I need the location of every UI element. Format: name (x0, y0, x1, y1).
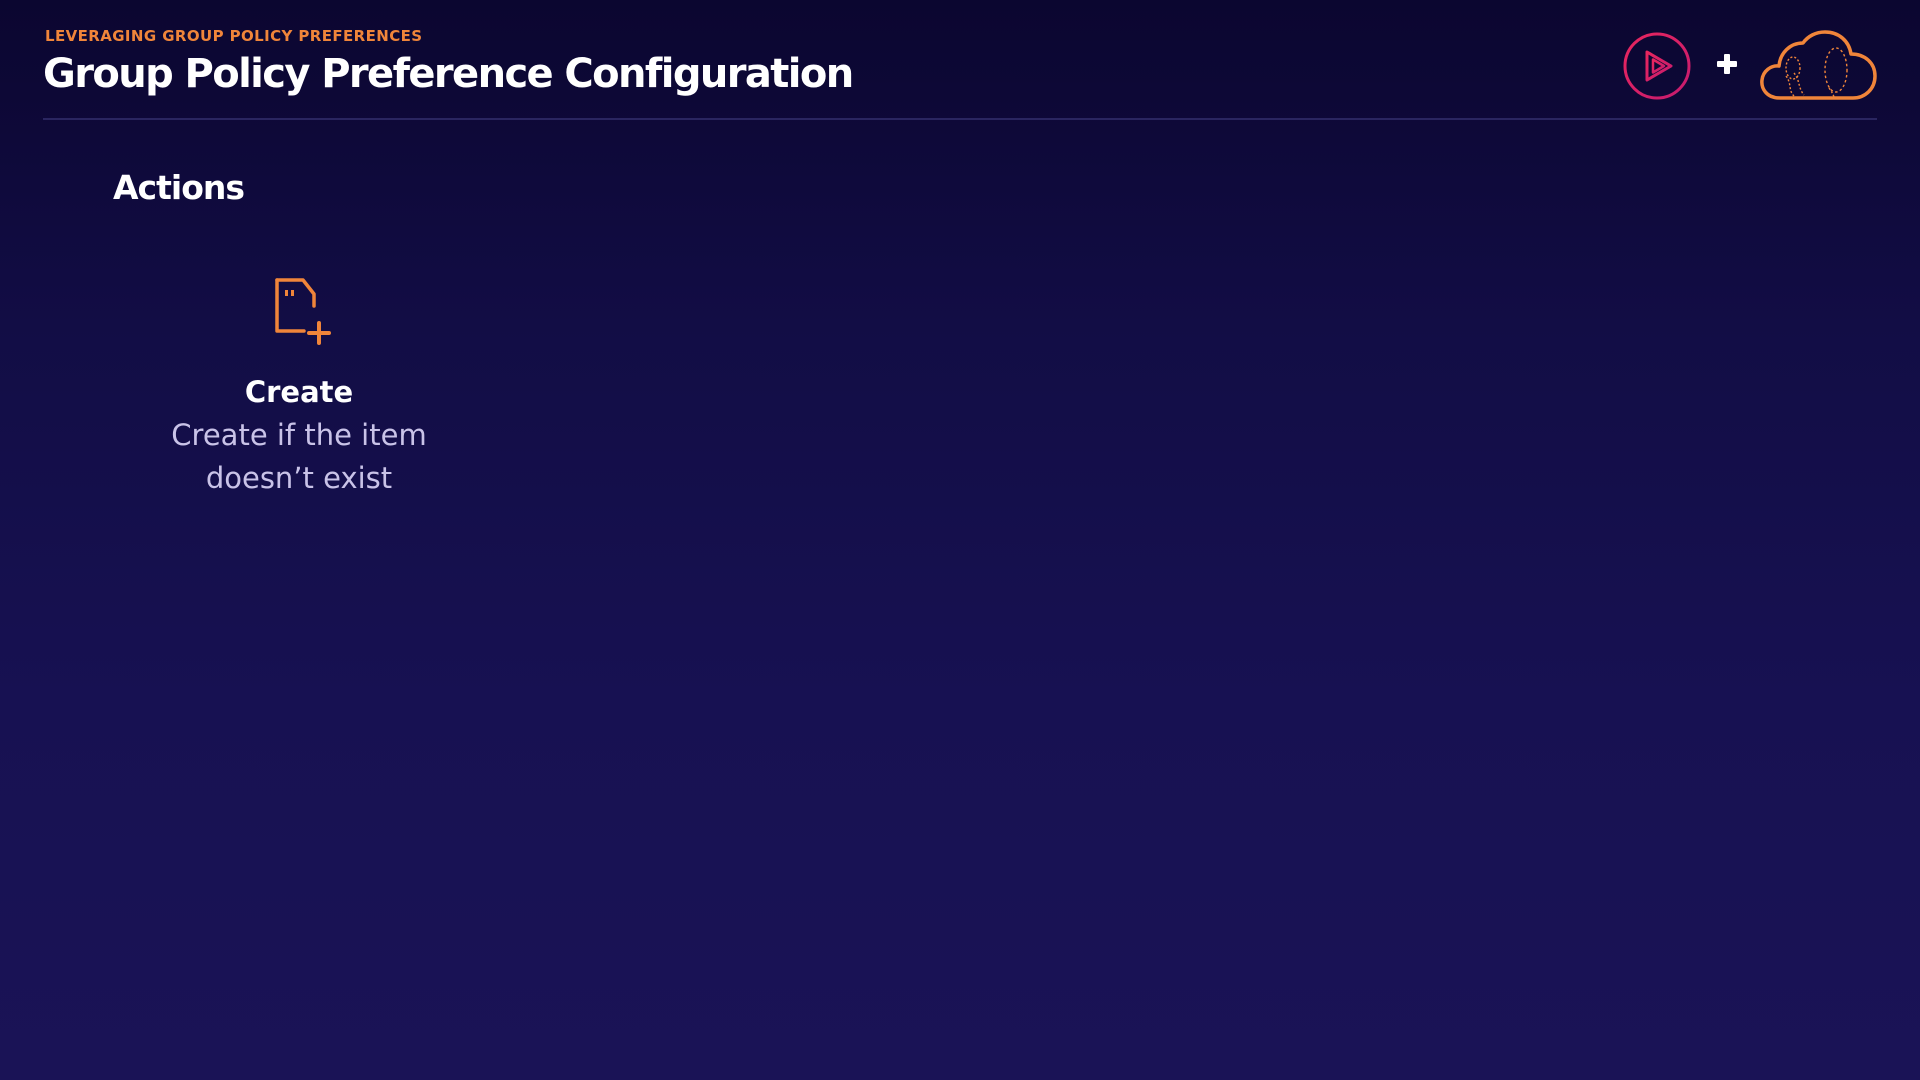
eyebrow-label: LEVERAGING GROUP POLICY PREFERENCES (45, 27, 423, 45)
action-card-create: Create Create if the item doesn’t exist (149, 270, 449, 500)
action-description: Create if the item doesn’t exist (171, 418, 427, 495)
play-logo-icon (1623, 32, 1691, 100)
page-title: Group Policy Preference Configuration (43, 51, 854, 97)
file-add-icon (275, 278, 331, 345)
cloud-logo-icon (1760, 30, 1877, 100)
action-title: Create (244, 375, 354, 409)
header-divider (43, 118, 1877, 120)
plus-separator-icon (1717, 54, 1737, 74)
section-heading: Actions (113, 168, 245, 207)
